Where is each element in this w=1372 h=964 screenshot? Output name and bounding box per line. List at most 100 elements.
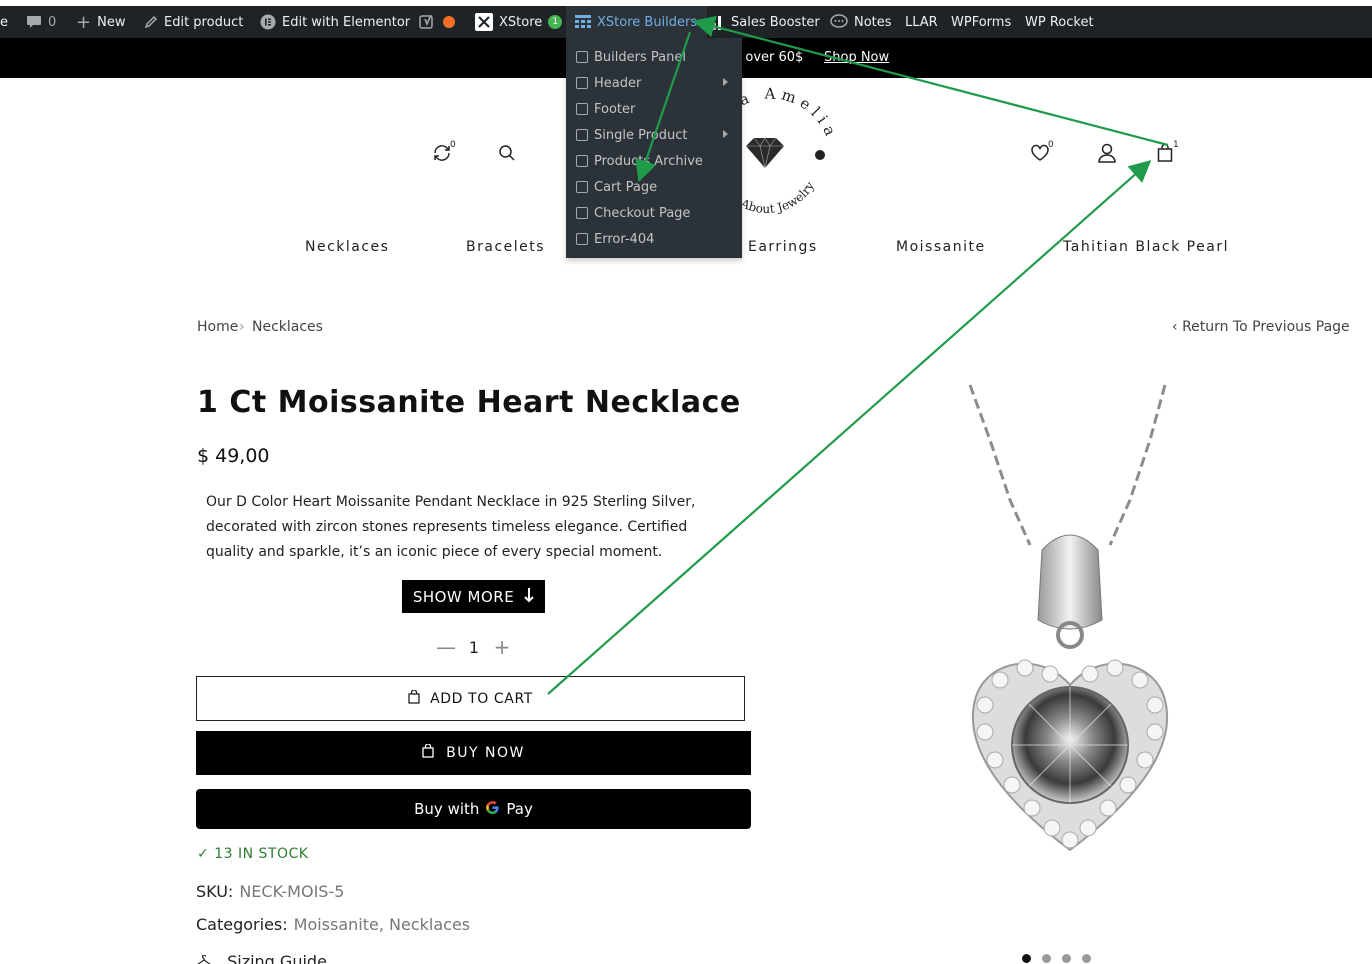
product-image[interactable] [930,380,1210,890]
show-more-label: SHOW MORE [412,587,515,606]
stock-status: ✓ 13 IN STOCK [197,846,308,862]
promo-shop-now-link[interactable]: Shop Now [824,50,889,65]
xstore-badge: 1 [548,15,563,29]
xstore-link[interactable]: XStore 1 [475,6,563,38]
bar-chart-icon [713,14,725,30]
nav-item[interactable]: Earrings [748,239,818,255]
builders-menu-item[interactable]: Products Archive [566,148,742,174]
buy-now-button[interactable]: BUY NOW [196,731,751,775]
notes-label: Notes [854,14,892,30]
builders-menu-item[interactable]: Builders Panel [566,44,742,70]
shopping-bag-icon [408,688,420,708]
notes-link[interactable]: Notes [830,6,892,38]
show-more-button[interactable]: SHOW MORE [402,580,545,613]
xstore-builders-label: XStore Builders [597,14,698,30]
breadcrumb-current[interactable]: Necklaces [252,319,323,335]
categories-value[interactable]: Moissanite, Necklaces [294,915,471,934]
wpforms-label: WPForms [951,14,1012,30]
logo-dot [815,150,825,160]
sku-row: SKU: NECK-MOIS-5 [196,882,344,901]
submenu-caret-icon [723,130,728,138]
nav-item[interactable]: Moissanite [896,239,986,255]
nav-item[interactable]: Tahitian Black Pearl [1063,239,1229,255]
wp-admin-bar: e 0 + New Edit product Edit with Element… [0,6,1372,38]
builders-menu-item-label: Builders Panel [594,49,686,65]
gpay-prefix: Buy with [414,800,480,818]
site-name-label: e [0,14,8,30]
builders-menu-item[interactable]: Single Product [566,122,742,148]
builders-menu-item-label: Cart Page [594,179,658,195]
svg-text:a Amelia: a Amelia [736,86,836,143]
xstore-builders-menu[interactable]: XStore Builders [566,6,708,38]
cart-count: 1 [1173,140,1179,150]
elementor-label: Edit with Elementor [282,14,411,30]
xstore-builders-dropdown: Builders Panel Header Footer Single Product… [566,38,742,258]
seo-status-dot [443,16,455,28]
gallery-dot[interactable] [1042,954,1051,963]
wishlist-icon[interactable] [1030,144,1050,167]
wpforms-link[interactable]: WPForms [951,6,1011,38]
builders-menu-item[interactable]: Footer [566,96,742,122]
return-previous-link[interactable]: ‹ Return To Previous Page [1172,319,1350,335]
gpay-brand: Pay [506,800,533,818]
builders-menu-item-label: Footer [594,101,636,117]
quantity-stepper: — 1 + [436,635,512,659]
sku-value: NECK-MOIS-5 [239,882,345,901]
cart-icon [576,181,588,193]
warning-icon [576,233,588,245]
comments-link[interactable]: 0 [26,6,56,38]
xstore-label: XStore [499,14,543,30]
speech-bubble-icon [830,14,848,30]
nav-item[interactable]: Necklaces [305,239,389,255]
svg-text:About Jewelry: About Jewelry [738,179,818,216]
builder-panel-icon [576,51,588,63]
diamond-icon [746,137,784,169]
edit-product-label: Edit product [164,14,244,30]
product-price: $ 49,00 [197,445,270,467]
comments-count: 0 [48,14,57,30]
quantity-decrease-button[interactable]: — [436,635,456,659]
product-title: 1 Ct Moissanite Heart Necklace [197,385,741,420]
gallery-dot[interactable] [1082,954,1091,963]
site-name-link[interactable]: e [0,6,8,38]
builders-menu-item[interactable]: Checkout Page [566,200,742,226]
brand-logo[interactable]: a Amelia About Jewelry [736,86,836,216]
shopping-bag-icon [422,743,434,762]
add-to-cart-button[interactable]: ADD TO CART [196,676,745,721]
archive-icon [576,155,588,167]
sales-booster-link[interactable]: Sales Booster [713,6,820,38]
logo-text-bottom: About Jewelry [738,179,818,216]
wprocket-label: WP Rocket [1025,14,1094,30]
builders-menu-item-label: Products Archive [594,153,703,169]
hanger-icon [196,952,217,964]
gallery-dot[interactable] [1062,954,1071,963]
pencil-icon [144,15,158,29]
search-icon[interactable] [498,144,516,167]
categories-row: Categories: Moissanite, Necklaces [196,915,470,934]
account-icon[interactable] [1097,143,1117,168]
xstore-icon [475,13,493,31]
llar-link[interactable]: LLAR [905,6,938,38]
google-pay-button[interactable]: Buy with Pay [196,789,751,829]
builders-menu-item[interactable]: Cart Page [566,174,742,200]
quantity-increase-button[interactable]: + [492,635,512,659]
new-content-link[interactable]: + New [76,6,125,38]
product-bag-icon [576,129,588,141]
add-to-cart-label: ADD TO CART [430,690,533,707]
breadcrumb-home[interactable]: Home [197,319,238,335]
nav-item[interactable]: Bracelets [466,239,545,255]
sku-label: SKU: [196,882,234,901]
sizing-guide-link[interactable]: Sizing Guide [196,952,327,964]
wprocket-link[interactable]: WP Rocket [1025,6,1094,38]
edit-product-link[interactable]: Edit product [144,6,243,38]
elementor-link[interactable]: Edit with Elementor [260,6,410,38]
yoast-link[interactable] [419,6,455,38]
cart-bag-icon[interactable] [1157,143,1173,167]
builders-menu-item-label: Error-404 [594,231,655,247]
builders-menu-item[interactable]: Error-404 [566,226,742,252]
builders-menu-item[interactable]: Header [566,70,742,96]
elementor-icon [260,14,276,30]
gallery-dot[interactable] [1022,954,1031,963]
quantity-value[interactable]: 1 [469,638,479,657]
stock-label: 13 IN STOCK [214,846,309,862]
